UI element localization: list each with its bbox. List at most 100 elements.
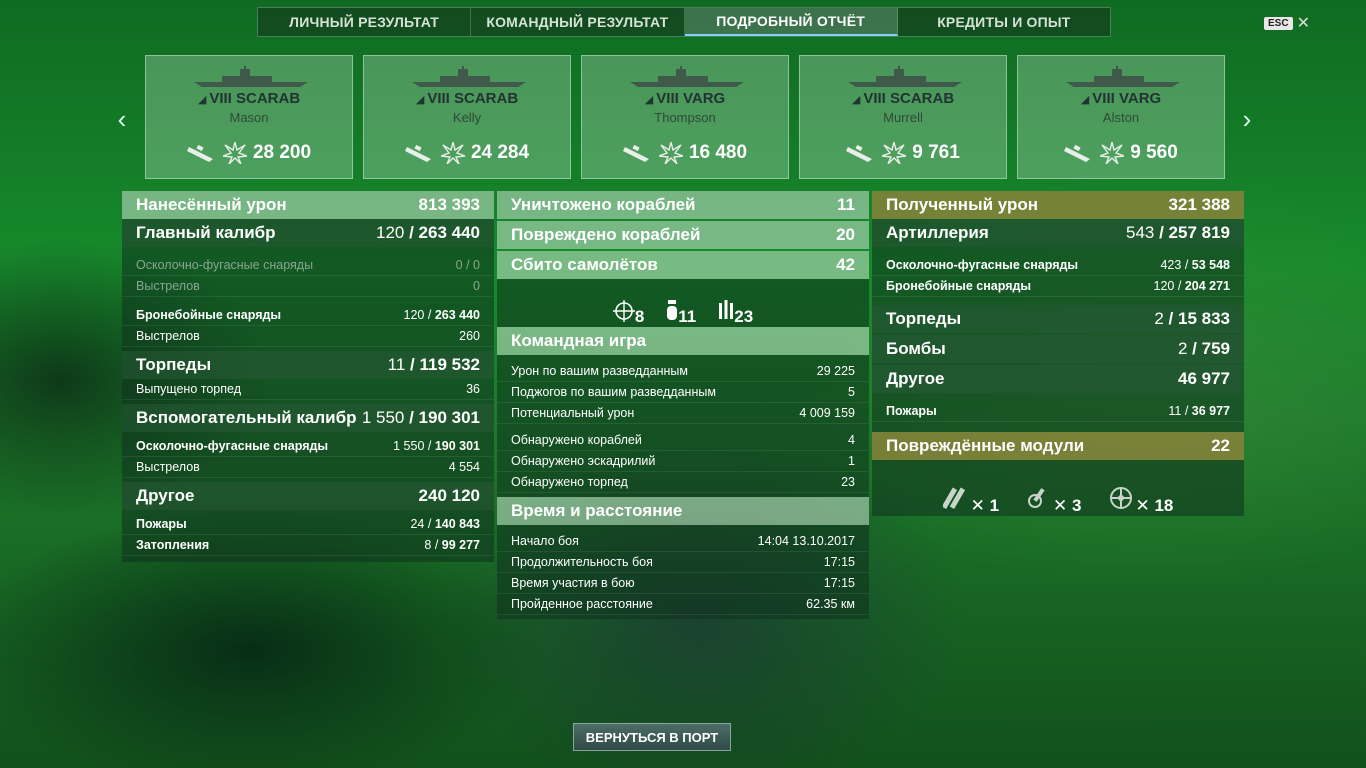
return-to-port-button[interactable]: ВЕРНУТЬСЯ В ПОРТ	[573, 723, 731, 751]
crosshair-plane-icon: 8	[612, 300, 644, 327]
torpedoes-header: Торпеды 11 / 119 532	[122, 351, 494, 379]
rockets-icon: 23	[718, 300, 753, 327]
main-he-shots-row: Выстрелов 0	[122, 276, 494, 297]
team-play-header: Командная игра	[497, 327, 869, 355]
tab-detailed-report[interactable]: ПОДРОБНЫЙ ОТЧЁТ	[684, 8, 898, 36]
damage-row: 16 480	[582, 142, 788, 164]
sinking-ship-icon	[1064, 144, 1091, 162]
ship-name: ◢ VIII SCARAB	[197, 90, 301, 107]
explosion-icon	[882, 142, 907, 164]
spot-row: Обнаружено кораблей 4	[497, 430, 869, 451]
main-battery-header: Главный калибр 120 / 263 440	[122, 219, 494, 247]
explosion-icon	[222, 142, 247, 164]
ship-name: ◢ VIII SCARAB	[415, 90, 519, 107]
tab-team-result[interactable]: КОМАНДНЫЙ РЕЗУЛЬТАТ	[471, 8, 685, 36]
main-battery-value: 263 440	[418, 223, 480, 242]
dealt-damage-header: Нанесённый урон 813 393	[122, 191, 494, 219]
ship-name: ◢ VIII SCARAB	[851, 90, 955, 107]
main-battery-hits: 120	[376, 223, 405, 242]
dealt-damage-label: Нанесённый урон	[136, 195, 287, 214]
tab-bar: ЛИЧНЫЙ РЕЗУЛЬТАТ КОМАНДНЫЙ РЕЗУЛЬТАТ ПОД…	[257, 7, 1111, 37]
damage-value: 9 761	[912, 142, 960, 163]
secondary-shots-row: Выстрелов 4 554	[122, 457, 494, 478]
next-arrow-icon[interactable]: ›	[1237, 104, 1257, 135]
secondary-header: Вспомогательный калибр 1 550 / 190 301	[122, 404, 494, 432]
aa-module-icon: ✕ 3	[1025, 485, 1081, 516]
class-icon: ◢	[644, 94, 657, 106]
close-button[interactable]: ESC ✕	[1264, 13, 1310, 33]
main-ap-shots-row: Выстрелов 260	[122, 326, 494, 347]
ship-card[interactable]: ◢ VIII VARG Thompson 16 480	[581, 55, 789, 179]
recv-he-row: Осколочно-фугасные снаряды 423 / 53 548	[872, 255, 1244, 276]
player-name: Thompson	[654, 110, 716, 125]
received-damage-panel: Полученный урон 321 388 Артиллерия 543 / 2…	[872, 191, 1244, 516]
dealt-damage-value: 813 393	[418, 195, 480, 214]
player-name: Kelly	[452, 110, 482, 125]
team-row: Урон по вашим разведданным 29 225	[497, 361, 869, 382]
class-icon: ◢	[1080, 94, 1093, 106]
plane-icons-row: 8 11 23	[497, 279, 869, 327]
team-row: Потенциальный урон 4 009 159	[497, 403, 869, 424]
prev-arrow-icon[interactable]: ‹	[112, 104, 132, 135]
class-icon: ◢	[851, 94, 864, 106]
damage-row: 24 284	[364, 142, 570, 164]
ship-name: ◢ VIII VARG	[644, 90, 726, 107]
damage-value: 16 480	[688, 142, 748, 163]
team-play-list: Урон по вашим разведданным 29 225 Поджого…	[497, 355, 869, 497]
other-damage-header: Другое 240 120	[122, 482, 494, 510]
tab-personal-result[interactable]: ЛИЧНЫЙ РЕЗУЛЬТАТ	[258, 8, 472, 36]
recv-ap-row: Бронебойные снаряды 120 / 204 271	[872, 276, 1244, 297]
player-name: Mason	[229, 110, 269, 125]
class-icon: ◢	[197, 94, 210, 106]
close-icon: ✕	[1296, 15, 1310, 32]
team-row: Поджогов по вашим разведданным 5	[497, 382, 869, 403]
damage-row: 28 200	[146, 142, 352, 164]
ship-card[interactable]: ◢ VIII SCARAB Mason 28 200	[145, 55, 353, 179]
esc-key-badge: ESC	[1264, 16, 1293, 30]
explosion-icon	[440, 142, 465, 164]
damage-value: 28 200	[252, 142, 312, 163]
ship-silhouette-icon	[194, 66, 308, 87]
secondary-he-row: Осколочно-фугасные снаряды 1 550 / 190 30…	[122, 436, 494, 457]
player-name: Murrell	[883, 110, 923, 125]
recv-fires-row: Пожары 11 / 36 977	[872, 401, 1244, 422]
received-damage-header: Полученный урон 321 388	[872, 191, 1244, 219]
battle-stats-panel: Уничтожено кораблей 11 Повреждено корабле…	[497, 191, 869, 619]
damage-row: 9 560	[1018, 142, 1224, 164]
gun-module-icon: ✕ 1	[941, 485, 999, 516]
torpedoes-launched-row: Выпущено торпед 36	[122, 379, 494, 400]
time-row: Продолжительность боя 17:15	[497, 552, 869, 573]
sinking-ship-icon	[846, 144, 873, 162]
spot-row: Обнаружено торпед 23	[497, 472, 869, 493]
flooding-row: Затопления 8 / 99 277	[122, 535, 494, 556]
ship-silhouette-icon	[1066, 66, 1180, 87]
player-name: Alston	[1102, 110, 1140, 125]
ship-name: ◢ VIII VARG	[1080, 90, 1162, 107]
main-battery-label: Главный калибр	[136, 223, 276, 242]
sinking-ship-icon	[186, 144, 213, 162]
time-distance-list: Начало боя 14:04 13.10.2017 Продолжительн…	[497, 525, 869, 619]
sinking-ship-icon	[404, 144, 431, 162]
sinking-ship-icon	[622, 144, 649, 162]
ship-silhouette-icon	[412, 66, 526, 87]
tab-credits-xp[interactable]: КРЕДИТЫ И ОПЫТ	[898, 8, 1110, 36]
fires-row: Пожары 24 / 140 843	[122, 514, 494, 535]
damaged-ships-row: Повреждено кораблей 20	[497, 221, 869, 249]
damage-value: 9 560	[1130, 142, 1178, 163]
ship-card[interactable]: ◢ VIII SCARAB Kelly 24 284	[363, 55, 571, 179]
time-row: Начало боя 14:04 13.10.2017	[497, 531, 869, 552]
dealt-damage-panel: Нанесённый урон 813 393 Главный калибр 120…	[122, 191, 494, 562]
steering-module-icon: ✕ 18	[1107, 485, 1173, 516]
main-he-row: Осколочно-фугасные снаряды 0 / 0	[122, 255, 494, 276]
ship-card[interactable]: ◢ VIII VARG Alston 9 560	[1017, 55, 1225, 179]
ship-silhouette-icon	[848, 66, 962, 87]
class-icon: ◢	[415, 94, 428, 106]
main-ap-row: Бронебойные снаряды 120 / 263 440	[122, 305, 494, 326]
ship-card[interactable]: ◢ VIII SCARAB Murrell 9 761	[799, 55, 1007, 179]
spot-row: Обнаружено эскадрилий 1	[497, 451, 869, 472]
artillery-header: Артиллерия 543 / 257 819	[872, 219, 1244, 247]
time-row: Время участия в бою 17:15	[497, 573, 869, 594]
damage-value: 24 284	[470, 142, 530, 163]
time-distance-header: Время и расстояние	[497, 497, 869, 525]
explosion-icon	[1100, 142, 1125, 164]
